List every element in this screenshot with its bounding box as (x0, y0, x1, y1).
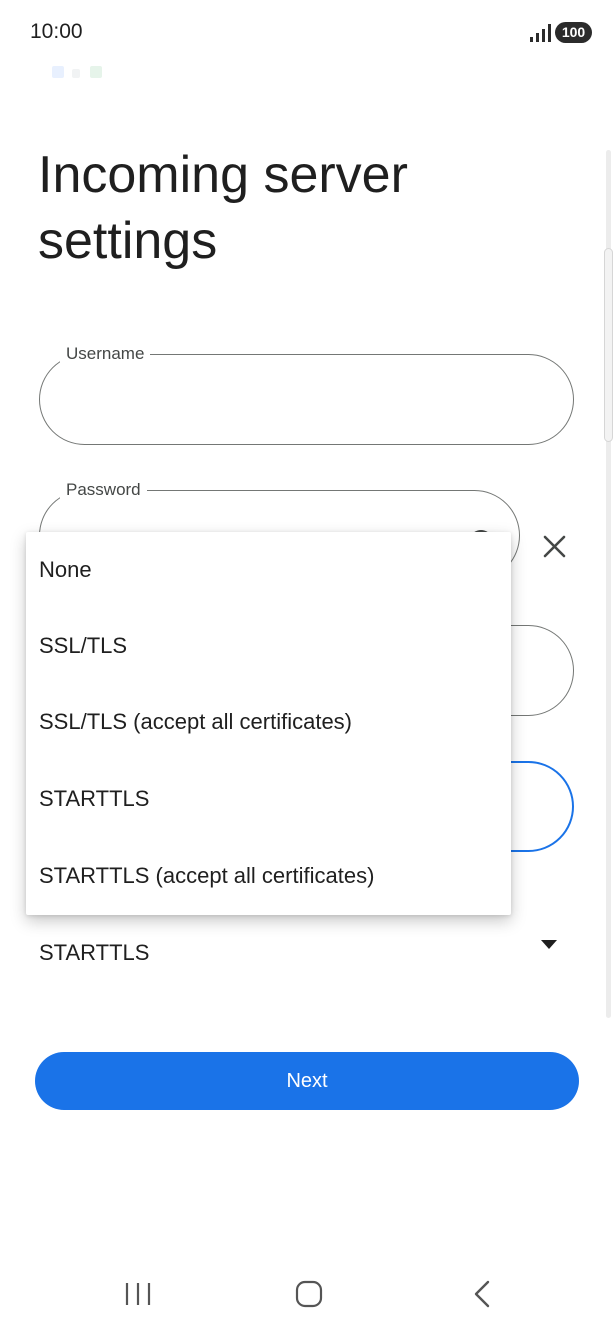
username-label: Username (60, 344, 151, 364)
close-icon[interactable] (541, 533, 568, 560)
menu-item-starttls[interactable]: STARTTLS (26, 761, 511, 837)
security-dropdown-menu: None SSL/TLS SSL/TLS (accept all certifi… (26, 532, 511, 915)
back-icon[interactable] (472, 1280, 492, 1308)
app-logo-icon (52, 66, 102, 78)
username-field[interactable]: Username (39, 344, 574, 445)
battery-badge: 100 (555, 22, 592, 43)
signal-bars-icon (530, 24, 551, 42)
menu-item-ssl-tls-accept-all[interactable]: SSL/TLS (accept all certificates) (26, 684, 511, 760)
arrow-drop-down-icon (541, 940, 557, 949)
page-title: Incoming server settings (38, 146, 408, 270)
password-label: Password (60, 480, 147, 500)
security-selected-value: STARTTLS (39, 940, 150, 965)
menu-item-none[interactable]: None (26, 532, 511, 608)
recents-icon[interactable] (124, 1281, 152, 1307)
scrollbar-thumb[interactable] (604, 248, 613, 442)
security-select[interactable]: STARTTLS (24, 920, 574, 986)
next-button[interactable]: Next (35, 1052, 579, 1110)
home-icon[interactable] (295, 1280, 323, 1308)
screen: 10:00 100 Incoming server settings Usern… (0, 0, 613, 1330)
menu-item-ssl-tls[interactable]: SSL/TLS (26, 608, 511, 684)
status-time: 10:00 (30, 20, 83, 43)
menu-item-starttls-accept-all[interactable]: STARTTLS (accept all certificates) (26, 838, 511, 914)
